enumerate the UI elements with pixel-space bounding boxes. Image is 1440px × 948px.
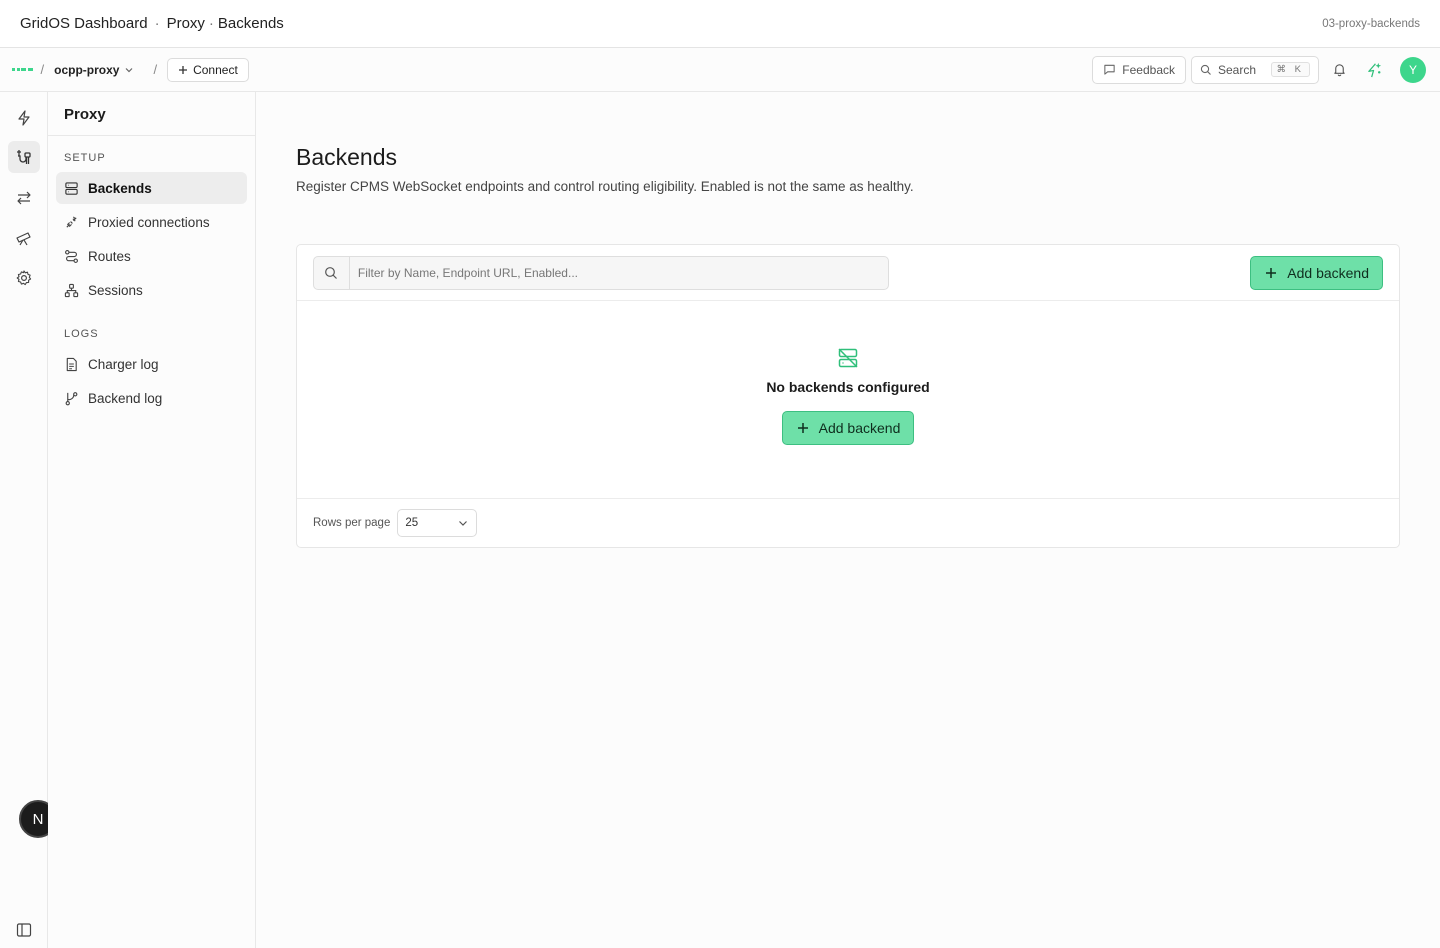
sidebar-item-backends[interactable]: Backends <box>56 172 247 204</box>
sidebar-item-proxied-connections[interactable]: Proxied connections <box>56 206 247 238</box>
chevron-down-icon <box>126 67 133 72</box>
search-button[interactable]: Search ⌘ K <box>1191 55 1319 84</box>
title-breadcrumb-2: Backends <box>217 15 284 32</box>
sidebar-item-label: Routes <box>88 248 131 264</box>
title-breadcrumb-1: Proxy <box>166 15 205 32</box>
rail-item-observe[interactable] <box>8 222 40 254</box>
search-icon <box>1200 64 1211 75</box>
empty-state-title: No backends configured <box>766 379 930 395</box>
sidebar-item-label: Charger log <box>88 356 159 372</box>
file-icon <box>66 357 77 371</box>
route-icon <box>65 249 78 263</box>
sidebar-item-label: Sessions <box>88 282 143 298</box>
breadcrumb-separator: / <box>153 62 158 77</box>
filter-field <box>313 255 889 290</box>
title-separator: · <box>208 15 214 32</box>
main-content: Backends Register CPMS WebSocket endpoin… <box>256 92 1440 948</box>
title-separator: · <box>154 15 160 32</box>
add-backend-button[interactable]: Add backend <box>1250 255 1383 290</box>
rail-item-proxy[interactable] <box>8 141 40 173</box>
sidebar-item-label: Proxied connections <box>88 214 210 230</box>
empty-add-backend-button[interactable]: Add backend <box>781 411 915 445</box>
section-label-logs: LOGS <box>64 328 99 340</box>
notifications-button[interactable] <box>1324 56 1354 84</box>
sidebar-title: Proxy <box>48 92 255 136</box>
plus-icon <box>1266 267 1277 278</box>
filter-search-icon-box <box>314 256 350 289</box>
page-title: Backends <box>296 144 398 170</box>
sidebar-item-backend-log[interactable]: Backend log <box>56 382 247 414</box>
rows-per-page-label: Rows per page <box>313 517 391 529</box>
branch-icon <box>65 391 78 405</box>
filter-input[interactable] <box>349 265 888 280</box>
sidebar: Proxy SETUP Backends Proxied connections… <box>48 92 256 948</box>
sidebar-item-sessions[interactable]: Sessions <box>56 274 247 306</box>
bolt-icon <box>18 110 30 126</box>
plus-icon <box>179 65 188 74</box>
feedback-button[interactable]: Feedback <box>1092 55 1186 84</box>
window-title-bar: GridOS Dashboard · Proxy · Backends 03-p… <box>0 0 1440 48</box>
sparkle-icon <box>1367 62 1381 78</box>
telescope-icon <box>16 232 31 246</box>
connect-label: Connect <box>193 62 238 77</box>
page-description: Register CPMS WebSocket endpoints and co… <box>296 179 914 194</box>
rows-per-page-select[interactable]: 25 <box>397 509 478 537</box>
search-shortcut: ⌘ K <box>1270 62 1310 77</box>
transfer-icon <box>17 191 31 205</box>
table-toolbar: Add backend <box>297 245 1399 301</box>
plus-icon <box>797 423 808 433</box>
section-label-setup: SETUP <box>64 152 106 164</box>
top-nav: / ocpp-proxy / Connect Feedback Search ⌘… <box>0 48 1440 92</box>
table-footer: Rows per page 25 <box>297 499 1399 547</box>
server-icon <box>65 181 78 195</box>
empty-add-backend-label: Add backend <box>818 420 901 436</box>
assistant-button[interactable] <box>1359 56 1389 84</box>
search-icon <box>325 266 338 279</box>
sidebar-toggle-icon <box>16 923 32 937</box>
rail-item-transfers[interactable] <box>8 182 40 214</box>
project-selector[interactable]: ocpp-proxy <box>54 63 135 77</box>
search-label: Search <box>1218 62 1257 77</box>
sidebar-item-label: Backends <box>88 180 152 196</box>
feedback-label: Feedback <box>1122 62 1175 77</box>
proxy-icon <box>17 150 31 164</box>
rail-item-settings[interactable] <box>8 262 40 294</box>
app-title: GridOS Dashboard <box>20 15 148 32</box>
gridos-logo-icon[interactable] <box>12 68 33 71</box>
server-off-icon <box>838 348 858 368</box>
sidebar-item-routes[interactable]: Routes <box>56 240 247 272</box>
chevron-down-icon <box>459 521 468 526</box>
sidebar-item-label: Backend log <box>88 390 163 406</box>
rows-per-page-value: 25 <box>405 517 419 529</box>
page-id-label: 03-proxy-backends <box>1322 17 1420 30</box>
bell-icon <box>1333 64 1345 77</box>
message-icon <box>1104 64 1115 75</box>
user-avatar[interactable]: Y <box>1400 56 1426 83</box>
empty-state: No backends configured Add backend <box>297 301 1399 499</box>
rail-item-energy[interactable] <box>8 102 40 134</box>
network-icon <box>64 283 79 297</box>
breadcrumb-separator: / <box>40 62 45 77</box>
connect-button[interactable]: Connect <box>167 57 249 82</box>
add-backend-label: Add backend <box>1287 264 1369 281</box>
settings-icon <box>16 270 32 286</box>
toggle-sidebar-button[interactable] <box>16 922 32 943</box>
backends-table-card: Add backend No backends configured Add b… <box>296 244 1400 548</box>
sidebar-item-charger-log[interactable]: Charger log <box>56 348 247 380</box>
plug-icon <box>66 215 77 228</box>
project-name: ocpp-proxy <box>54 62 120 77</box>
